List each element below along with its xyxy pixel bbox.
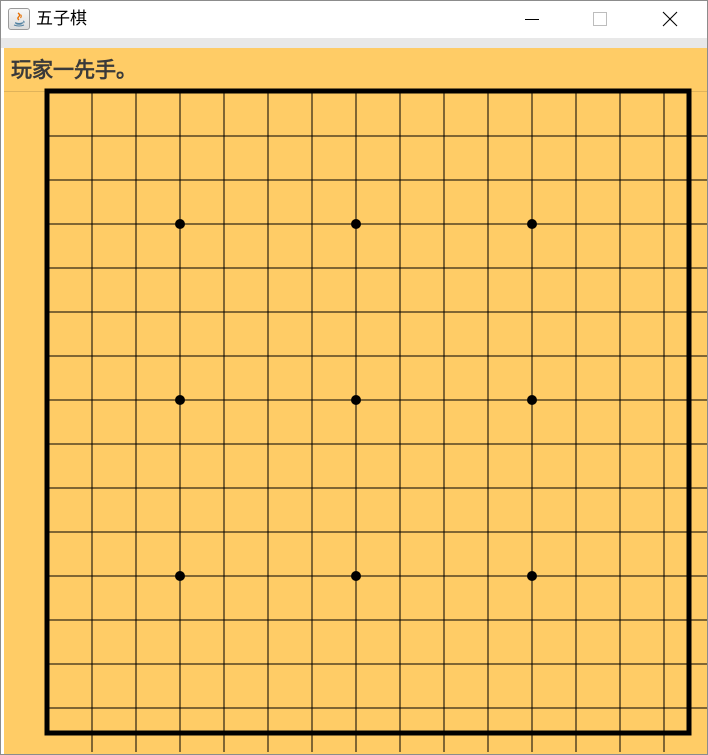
star-point [351, 571, 361, 581]
star-point [351, 395, 361, 405]
game-panel: 玩家一先手。 [4, 48, 707, 754]
gomoku-board[interactable] [4, 48, 707, 754]
star-point [351, 219, 361, 229]
star-point [527, 219, 537, 229]
star-point [527, 395, 537, 405]
close-icon [662, 11, 678, 27]
star-point [175, 571, 185, 581]
minimize-icon [525, 19, 539, 20]
maximize-button[interactable] [577, 1, 623, 37]
title-bar[interactable]: 五子棋 [1, 1, 707, 38]
maximize-icon [593, 12, 607, 26]
board-border [44, 88, 692, 736]
app-window: 五子棋 玩家一先手。 [0, 0, 708, 755]
java-app-icon[interactable] [8, 8, 30, 30]
star-point [175, 219, 185, 229]
window-title: 五子棋 [36, 9, 87, 29]
minimize-button[interactable] [509, 1, 555, 37]
star-point [527, 571, 537, 581]
star-point [175, 395, 185, 405]
menu-strip [1, 38, 707, 48]
close-button[interactable] [647, 1, 693, 37]
